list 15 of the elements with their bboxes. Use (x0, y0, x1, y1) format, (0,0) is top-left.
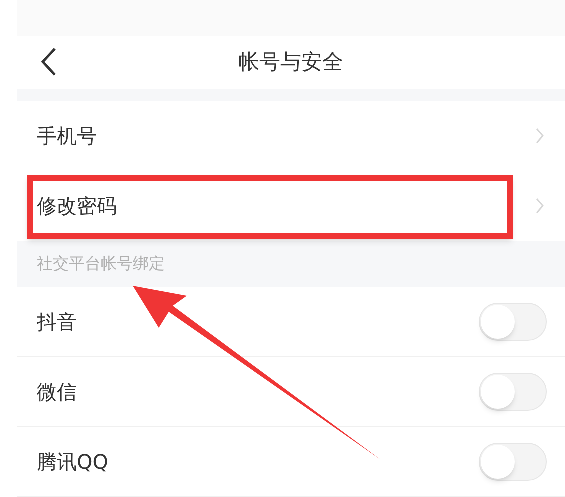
page-title: 帐号与安全 (238, 48, 344, 76)
row-label: 手机号 (37, 122, 98, 150)
toggle-switch[interactable] (479, 372, 547, 410)
back-icon (40, 47, 58, 78)
row-label: 修改密码 (37, 192, 118, 220)
row-label: 腾讯QQ (37, 448, 110, 476)
settings-row[interactable]: 手机号 (17, 100, 565, 171)
toggle-switch[interactable] (479, 442, 547, 480)
toggle-switch[interactable] (479, 302, 547, 340)
settings-row[interactable]: 修改密码 (17, 170, 565, 241)
row-label: 抖音 (37, 308, 78, 336)
row-label: 微信 (37, 378, 78, 406)
section-title: 社交平台帐号绑定 (37, 252, 165, 275)
chevron-icon (535, 126, 545, 145)
chevron-icon (535, 196, 545, 215)
